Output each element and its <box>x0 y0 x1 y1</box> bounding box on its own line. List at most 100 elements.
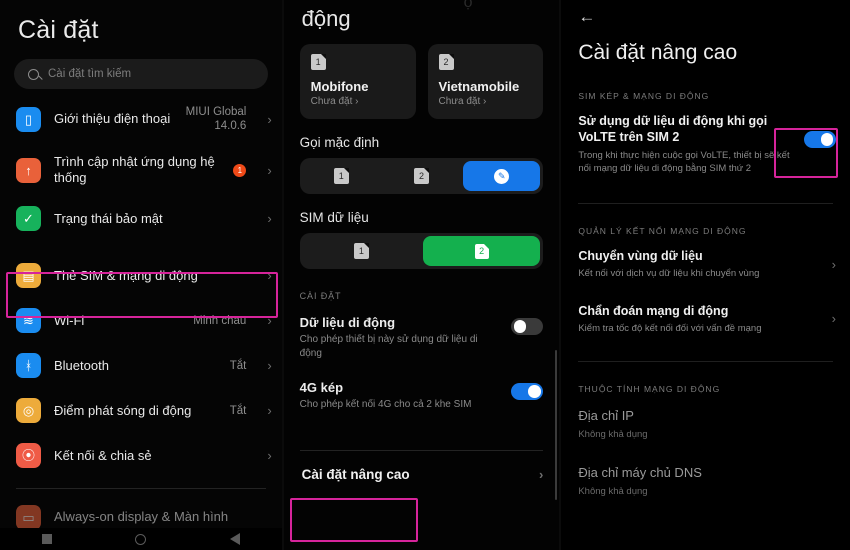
back-icon[interactable] <box>229 533 240 545</box>
default-call-option-sim2[interactable]: 2 <box>383 161 460 191</box>
dual-4g-toggle[interactable] <box>511 383 544 400</box>
mid-page-title: động <box>301 6 351 31</box>
sidebar-item-connection-sharing[interactable]: ⦿ Kết nối & chia sẻ › <box>0 433 282 478</box>
section-caption-network-properties: THUỘC TÍNH MẠNG DI ĐỘNG <box>578 384 721 395</box>
sidebar-item-sim-mobile-network[interactable]: ▤ Thẻ SIM & mạng di động › <box>0 253 282 298</box>
update-arrow-icon: ↑ <box>16 157 41 183</box>
sidebar-item-value: Tắt <box>229 404 247 417</box>
option-subtitle: Cho phép kết nối 4G cho cả 2 khe SIM <box>299 399 472 410</box>
back-icon[interactable]: ← <box>561 0 850 27</box>
sim-status: Chưa đặt › <box>438 96 487 107</box>
chevron-right-icon: › <box>267 162 272 178</box>
section-caption-network-management: QUẢN LÝ KẾT NỐI MẠNG DI ĐỘNG <box>578 226 747 237</box>
sidebar-item-mobile-hotspot[interactable]: ◎ Điểm phát sóng di động Tắt › <box>0 388 282 433</box>
option-subtitle: Trong khi thực hiện cuộc gọi VoLTE, thiế… <box>578 149 790 174</box>
advanced-settings-screen: ← Cài đặt nâng cao SIM KÉP & MẠNG DI ĐỘN… <box>561 0 850 550</box>
chevron-right-icon: › <box>267 403 272 419</box>
sidebar-item-label: Thẻ SIM & mạng di động <box>54 267 198 283</box>
advanced-settings-row[interactable]: Cài đặt nâng cao › <box>284 451 560 498</box>
chevron-right-icon: › <box>267 313 272 329</box>
sidebar-item-bluetooth[interactable]: ᚼ Bluetooth Tắt › <box>0 343 282 388</box>
option-title: Dữ liệu di động <box>299 315 396 330</box>
row-dns-address: Địa chỉ máy chủ DNS Không khả dụng <box>561 451 850 508</box>
sidebar-item-value: Tắt <box>229 359 247 372</box>
sim-card-list: 1 Mobifone Chưa đặt › 2 Vietnamobile Chư… <box>284 32 560 119</box>
android-navigation-bar <box>0 528 282 550</box>
sim-network-screen: ộ động 1 Mobifone Chưa đặt › 2 Vietnamob… <box>283 0 560 550</box>
sim-slot-icon: 1 <box>310 54 326 70</box>
sidebar-item-about-phone[interactable]: ▯ Giới thiệu điện thoại MIUI Global 14.0… <box>0 93 282 144</box>
sidebar-item-label: Trình cập nhật ứng dụng hệ thống <box>54 153 215 185</box>
settings-main-screen: Cài đặt Cài đặt tìm kiếm ▯ Giới thiệu đi… <box>0 0 282 550</box>
row-title: Địa chỉ máy chủ DNS <box>578 465 702 481</box>
chevron-right-icon: › <box>831 311 836 327</box>
option-subtitle: Cho phép thiết bị này sử dụng dữ liệu di… <box>299 334 478 359</box>
section-caption-dual-sim: SIM KÉP & MẠNG DI ĐỘNG <box>578 91 710 101</box>
option-volte-data-sim2[interactable]: Sử dụng dữ liệu di động khi gọi VoLTE tr… <box>561 101 850 185</box>
settings-section-caption: CÀI ĐẶT <box>299 291 342 301</box>
pencil-icon: ✎ <box>494 168 510 184</box>
option-title: Sử dụng dữ liệu di động khi gọi VoLTE tr… <box>578 114 768 145</box>
row-value: Không khả dụng <box>578 429 648 441</box>
sim-slot-icon: 2 <box>414 168 429 184</box>
row-title: Địa chỉ IP <box>578 408 634 424</box>
sim-card-2[interactable]: 2 Vietnamobile Chưa đặt › <box>427 44 544 119</box>
chevron-right-icon: › <box>539 466 544 482</box>
row-subtitle: Kết nối với dịch vụ dữ liệu khi chuyển v… <box>578 268 760 280</box>
sim-slot-icon: 2 <box>438 54 454 70</box>
sidebar-item-system-app-updater[interactable]: ↑ Trình cập nhật ứng dụng hệ thống 1 › <box>0 144 282 197</box>
sidebar-item-label: Wi-Fi <box>54 312 85 328</box>
divider <box>16 488 266 490</box>
sidebar-item-value: MIUI Global 14.0.6 <box>185 106 247 133</box>
option-dual-4g[interactable]: 4G kép Cho phép kết nối 4G cho cả 2 khe … <box>284 370 560 422</box>
sim-status: Chưa đặt › <box>310 96 359 107</box>
search-icon <box>28 68 39 80</box>
row-ip-address: Địa chỉ IP Không khả dụng <box>561 394 850 451</box>
chevron-right-icon: › <box>267 268 272 284</box>
divider <box>578 361 833 363</box>
sidebar-item-label: Giới thiệu điện thoại <box>54 111 171 127</box>
chevron-right-icon: › <box>267 111 272 127</box>
clipped-header-glyph: ộ <box>463 0 473 11</box>
sim-slot-icon: 2 <box>474 243 489 259</box>
row-value: Không khả dụng <box>578 486 648 498</box>
data-sim-title: SIM dữ liệu <box>299 210 369 225</box>
default-call-option-ask[interactable]: ✎ <box>463 161 541 191</box>
sim-operator-name: Vietnamobile <box>438 79 520 94</box>
recents-icon[interactable] <box>41 534 52 544</box>
data-sim-segmented-control: 1 2 <box>299 233 544 269</box>
option-title: 4G kép <box>299 380 344 395</box>
highlight-box-advanced-settings <box>289 498 418 542</box>
sidebar-item-security-status[interactable]: ✓ Trạng thái bảo mật › <box>0 196 282 241</box>
sidebar-item-wifi[interactable]: ≋ Wi-Fi Minh chau › <box>0 298 282 343</box>
wifi-icon: ≋ <box>16 308 41 334</box>
advanced-page-title: Cài đặt nâng cao <box>578 41 738 64</box>
volte-data-toggle[interactable] <box>803 131 836 148</box>
sim-card-1[interactable]: 1 Mobifone Chưa đặt › <box>299 44 416 119</box>
option-mobile-data[interactable]: Dữ liệu di động Cho phép thiết bị này sử… <box>284 309 560 370</box>
chevron-right-icon: › <box>267 211 272 227</box>
display-icon: ▭ <box>16 504 41 530</box>
default-call-title: Gọi mặc định <box>299 135 380 150</box>
default-call-option-sim1[interactable]: 1 <box>303 161 380 191</box>
home-icon[interactable] <box>135 533 147 545</box>
sidebar-item-value: Minh chau <box>193 314 247 327</box>
row-network-diagnostics[interactable]: Chẩn đoán mạng di động Kiểm tra tốc độ k… <box>561 291 850 346</box>
default-call-segmented-control: 1 2 ✎ <box>299 158 544 194</box>
page-title: Cài đặt <box>18 16 99 44</box>
settings-list: ▯ Giới thiệu điện thoại MIUI Global 14.0… <box>0 89 282 543</box>
bluetooth-icon: ᚼ <box>16 353 41 379</box>
row-title: Chuyển vùng dữ liệu <box>578 249 703 264</box>
chevron-right-icon: › <box>831 256 836 272</box>
three-phone-screenshots: Cài đặt Cài đặt tìm kiếm ▯ Giới thiệu đi… <box>0 0 850 550</box>
divider <box>578 203 833 205</box>
mobile-data-toggle[interactable] <box>511 318 544 335</box>
data-sim-option-sim2[interactable]: 2 <box>423 236 541 266</box>
chevron-right-icon: › <box>267 448 272 464</box>
row-data-roaming[interactable]: Chuyển vùng dữ liệu Kết nối với dịch vụ … <box>561 236 850 291</box>
shield-check-icon: ✓ <box>16 206 41 232</box>
sidebar-item-label: Trạng thái bảo mật <box>54 210 163 226</box>
data-sim-option-sim1[interactable]: 1 <box>303 236 420 266</box>
sidebar-item-label: Always-on display & Màn hình <box>54 509 229 525</box>
search-input[interactable]: Cài đặt tìm kiếm <box>14 59 268 89</box>
